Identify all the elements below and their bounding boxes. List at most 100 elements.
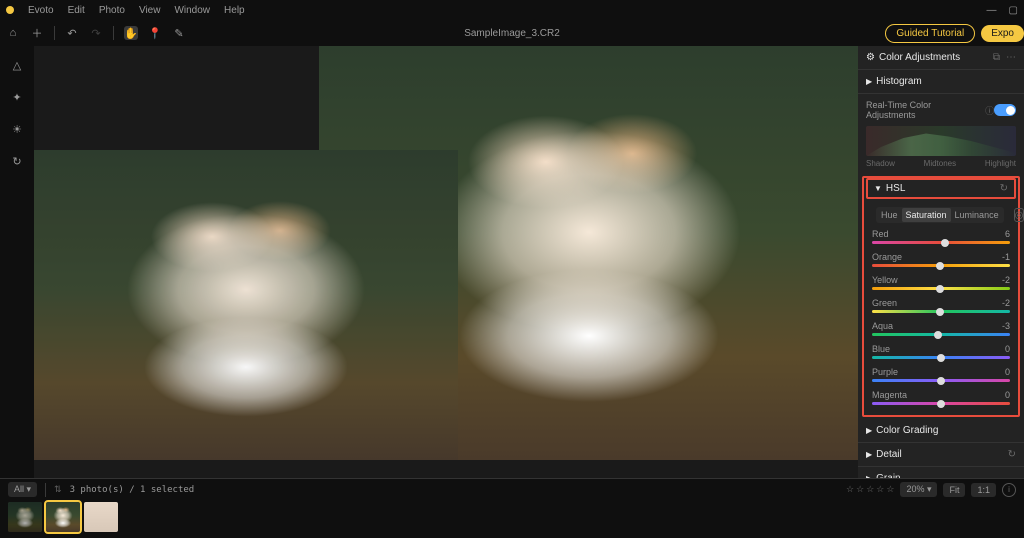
maximize-icon[interactable]: ▢: [1009, 5, 1018, 16]
slider-thumb[interactable]: [934, 331, 942, 339]
menu-window[interactable]: Window: [174, 5, 210, 16]
slider-value[interactable]: 0: [1005, 367, 1010, 377]
canvas-compare-view[interactable]: [34, 46, 858, 478]
chevron-right-icon: ▶: [866, 426, 872, 435]
menu-photo[interactable]: Photo: [99, 5, 125, 16]
slider-label: Blue: [872, 344, 890, 354]
slider-thumb[interactable]: [941, 239, 949, 247]
image-before: [34, 150, 458, 460]
slider-value[interactable]: -1: [1002, 252, 1010, 262]
slider-track[interactable]: [872, 241, 1010, 244]
redo-icon[interactable]: ↷: [89, 26, 103, 40]
detail-reset-icon[interactable]: ↻: [1008, 449, 1016, 460]
filter-select[interactable]: All ▾: [8, 482, 37, 497]
one-to-one-button[interactable]: 1:1: [971, 483, 996, 497]
slider-value[interactable]: 6: [1005, 229, 1010, 239]
slider-value[interactable]: -3: [1002, 321, 1010, 331]
rtc-label: Real-Time Color Adjustments: [866, 100, 982, 120]
thumbnail[interactable]: [8, 502, 42, 532]
menu-view[interactable]: View: [139, 5, 161, 16]
slider-thumb[interactable]: [937, 400, 945, 408]
hsl-slider-orange[interactable]: Orange-1: [864, 250, 1018, 273]
chevron-right-icon: ▶: [866, 77, 872, 86]
tab-saturation[interactable]: Saturation: [902, 208, 951, 222]
slider-value[interactable]: -2: [1002, 298, 1010, 308]
hsl-slider-red[interactable]: Red 6: [864, 227, 1018, 250]
slider-label: Aqua: [872, 321, 893, 331]
hsl-header[interactable]: ▼HSL ↻: [866, 178, 1016, 199]
slider-thumb[interactable]: [936, 308, 944, 316]
section-grain[interactable]: ▶Grain: [858, 467, 1024, 478]
slider-value[interactable]: -2: [1002, 275, 1010, 285]
menu-evoto[interactable]: Evoto: [28, 5, 54, 16]
hsl-title: HSL: [886, 183, 905, 194]
slider-label: Yellow: [872, 275, 898, 285]
hsl-slider-blue[interactable]: Blue 0: [864, 342, 1018, 365]
section-color-grading[interactable]: ▶Color Grading: [858, 419, 1024, 443]
slider-thumb[interactable]: [937, 354, 945, 362]
slider-thumb[interactable]: [937, 377, 945, 385]
sun-tool-icon[interactable]: ☀: [8, 120, 26, 138]
section-detail[interactable]: ▶Detail ↻: [858, 443, 1024, 467]
rtc-toggle[interactable]: [994, 104, 1016, 116]
export-button[interactable]: Expo: [981, 25, 1024, 42]
sort-icon[interactable]: ⇅: [54, 484, 62, 495]
divider: [45, 483, 46, 497]
slider-track[interactable]: [872, 264, 1010, 267]
hand-tool-icon[interactable]: ✋: [124, 26, 138, 40]
slider-label: Red: [872, 229, 889, 239]
slider-value[interactable]: 0: [1005, 390, 1010, 400]
rating-stars[interactable]: ☆ ☆ ☆ ☆ ☆: [846, 484, 894, 495]
slider-track[interactable]: [872, 333, 1010, 336]
histogram-graph[interactable]: [866, 126, 1016, 156]
chevron-right-icon: ▶: [866, 450, 872, 459]
star-icon[interactable]: ☆: [866, 484, 874, 495]
hsl-slider-yellow[interactable]: Yellow -2: [864, 273, 1018, 296]
slider-thumb[interactable]: [936, 285, 944, 293]
slider-track[interactable]: [872, 310, 1010, 313]
add-icon[interactable]: ＋: [30, 26, 44, 40]
divider: [54, 26, 55, 40]
slider-track[interactable]: [872, 287, 1010, 290]
star-icon[interactable]: ☆: [886, 484, 894, 495]
target-adjust-icon[interactable]: ◎: [1014, 208, 1024, 222]
hsl-slider-purple[interactable]: Purple0: [864, 365, 1018, 388]
star-icon[interactable]: ☆: [856, 484, 864, 495]
thumbnail[interactable]: [84, 502, 118, 532]
triangle-tool-icon[interactable]: △: [8, 56, 26, 74]
star-icon[interactable]: ☆: [846, 484, 854, 495]
fit-button[interactable]: Fit: [943, 483, 965, 497]
minimize-icon[interactable]: —: [987, 5, 997, 16]
undo-icon[interactable]: ↶: [65, 26, 79, 40]
zoom-select[interactable]: 20% ▾: [900, 482, 937, 497]
history-tool-icon[interactable]: ↻: [8, 152, 26, 170]
slider-track[interactable]: [872, 356, 1010, 359]
hsl-slider-magenta[interactable]: Magenta0: [864, 388, 1018, 411]
sparkle-tool-icon[interactable]: ✦: [8, 88, 26, 106]
copy-panel-icon[interactable]: ⧉: [993, 52, 1000, 63]
thumbnail-selected[interactable]: [46, 502, 80, 532]
slider-track[interactable]: [872, 379, 1010, 382]
menu-help[interactable]: Help: [224, 5, 245, 16]
guided-tutorial-button[interactable]: Guided Tutorial: [885, 24, 975, 43]
section-histogram[interactable]: ▶Histogram: [858, 70, 1024, 94]
tab-hue[interactable]: Hue: [877, 208, 902, 222]
realtime-color-row: Real-Time Color Adjustments ⓘ: [858, 94, 1024, 126]
info-icon[interactable]: ⓘ: [985, 104, 994, 117]
hsl-reset-icon[interactable]: ↻: [1000, 183, 1008, 194]
hsl-slider-green[interactable]: Green-2: [864, 296, 1018, 319]
hsl-slider-aqua[interactable]: Aqua -3: [864, 319, 1018, 342]
slider-track[interactable]: [872, 402, 1010, 405]
hist-label-midtones: Midtones: [924, 159, 956, 168]
slider-value[interactable]: 0: [1005, 344, 1010, 354]
slider-thumb[interactable]: [936, 262, 944, 270]
star-icon[interactable]: ☆: [876, 484, 884, 495]
info-button[interactable]: i: [1002, 483, 1016, 497]
panel-title: Color Adjustments: [879, 52, 960, 63]
pin-tool-icon[interactable]: 📍: [148, 26, 162, 40]
tab-luminance[interactable]: Luminance: [951, 208, 1003, 222]
eyedropper-icon[interactable]: ✎: [172, 26, 186, 40]
home-icon[interactable]: ⌂: [6, 26, 20, 40]
menu-edit[interactable]: Edit: [68, 5, 85, 16]
more-panel-icon[interactable]: ⋯: [1006, 52, 1016, 63]
